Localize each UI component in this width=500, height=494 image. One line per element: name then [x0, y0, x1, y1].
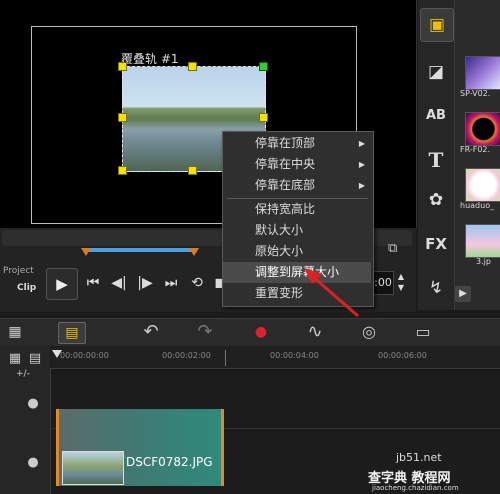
- track-manager-icon[interactable]: ▦: [4, 350, 26, 368]
- next-frame-button[interactable]: |▶: [132, 270, 158, 296]
- storyboard-view-icon[interactable]: ▤: [58, 322, 86, 344]
- clip-mode-label[interactable]: Clip: [17, 283, 36, 293]
- split-clip-icon[interactable]: ⧉: [388, 241, 404, 257]
- menu-item-label: 原始大小: [255, 244, 304, 258]
- library-item-name: 3.jp: [476, 257, 491, 266]
- go-to-start-button[interactable]: ⏮: [80, 270, 106, 296]
- menu-item-original-size[interactable]: 原始大小: [223, 241, 371, 262]
- spin-down-icon[interactable]: ▼: [394, 282, 408, 293]
- watermark-text: jiaocheng.chazidian.com: [372, 484, 459, 492]
- menu-item-dock-center[interactable]: 停靠在中央 ▶: [223, 154, 371, 175]
- filter-fx-icon[interactable]: FX: [420, 228, 452, 260]
- instant-project-icon[interactable]: ◪: [420, 56, 452, 88]
- title-icon[interactable]: T: [420, 144, 452, 176]
- ruler-timecode: 00:00:00:00: [60, 351, 109, 360]
- submenu-arrow-icon: ▶: [358, 139, 365, 148]
- path-icon[interactable]: ↯: [420, 272, 452, 304]
- overlay-track-icon[interactable]: ●: [22, 454, 44, 472]
- watermark-text: jb51.net: [396, 451, 442, 464]
- menu-item-dock-bottom[interactable]: 停靠在底部 ▶: [223, 175, 371, 196]
- trim-end-marker[interactable]: [189, 248, 199, 256]
- undo-icon[interactable]: ↶: [138, 322, 164, 342]
- project-mode-label[interactable]: Project: [3, 266, 34, 276]
- timecode-input[interactable]: :00: [372, 271, 394, 295]
- resize-handle-left[interactable]: [118, 113, 127, 122]
- menu-item-keep-aspect-ratio[interactable]: 保持宽高比: [223, 199, 371, 220]
- ruler-tick: [225, 350, 226, 366]
- timeline-view-icon[interactable]: ▦: [2, 322, 28, 342]
- library-thumb[interactable]: [465, 56, 500, 90]
- trim-range: [86, 248, 194, 252]
- play-button[interactable]: ▶: [46, 268, 78, 300]
- submenu-arrow-icon: ▶: [358, 160, 365, 169]
- library-thumb[interactable]: [465, 168, 500, 202]
- resize-handle-top[interactable]: [188, 62, 197, 71]
- trim-start-marker[interactable]: [81, 248, 91, 256]
- redo-icon[interactable]: ↷: [192, 322, 218, 342]
- library-thumb[interactable]: [465, 224, 500, 258]
- resize-handle-bottom[interactable]: [188, 166, 197, 175]
- menu-item-label: 重置变形: [255, 286, 304, 300]
- menu-item-label: 保持宽高比: [255, 202, 316, 216]
- overlay-track-label: 覆叠轨 #1: [121, 52, 179, 66]
- playhead-marker[interactable]: [52, 350, 62, 358]
- clip-name: DSCF0782.JPG: [126, 455, 213, 469]
- menu-item-default-size[interactable]: 默认大小: [223, 220, 371, 241]
- video-track-icon[interactable]: ●: [22, 395, 44, 413]
- ruler-timecode: 00:00:02:00: [162, 351, 211, 360]
- resize-handle-top-left[interactable]: [118, 62, 127, 71]
- media-library-icon[interactable]: ▣: [420, 8, 454, 42]
- skew-handle-top-right[interactable]: [259, 62, 268, 71]
- library-item-name: SP-V02.: [460, 89, 491, 98]
- menu-item-label: 停靠在底部: [255, 178, 316, 192]
- library-item-name: FR-F02.: [460, 145, 491, 154]
- expand-collapse-toggle[interactable]: +/-: [16, 369, 30, 379]
- auto-music-icon[interactable]: ◎: [356, 322, 382, 342]
- transition-icon[interactable]: AB: [420, 100, 452, 132]
- graphic-icon[interactable]: ✿: [420, 184, 452, 216]
- resize-handle-right[interactable]: [259, 113, 268, 122]
- resize-handle-bottom-left[interactable]: [118, 166, 127, 175]
- subtitle-editor-icon[interactable]: ▭: [410, 322, 436, 342]
- menu-item-label: 默认大小: [255, 223, 304, 237]
- library-thumb[interactable]: [465, 112, 500, 146]
- timecode-spinner[interactable]: ▲ ▼: [394, 271, 408, 293]
- previous-frame-button[interactable]: ◀|: [106, 270, 132, 296]
- menu-item-label: 停靠在顶部: [255, 136, 316, 150]
- menu-item-label: 停靠在中央: [255, 157, 316, 171]
- menu-item-dock-top[interactable]: 停靠在顶部 ▶: [223, 133, 371, 154]
- ruler-timecode: 00:00:06:00: [378, 351, 427, 360]
- clip-thumbnail: [62, 451, 124, 485]
- record-capture-icon[interactable]: ●: [248, 322, 274, 342]
- library-item-name: huaduo_: [460, 201, 495, 210]
- audio-mixer-icon[interactable]: ∿: [302, 322, 328, 342]
- chapter-point-icon[interactable]: ▤: [24, 350, 46, 368]
- submenu-arrow-icon: ▶: [358, 181, 365, 190]
- spin-up-icon[interactable]: ▲: [394, 271, 408, 282]
- library-scroll-right-button[interactable]: ▶: [455, 286, 471, 302]
- annotation-arrow-icon: [304, 268, 359, 318]
- go-to-end-button[interactable]: ⏭: [158, 270, 184, 296]
- ruler-timecode: 00:00:04:00: [270, 351, 319, 360]
